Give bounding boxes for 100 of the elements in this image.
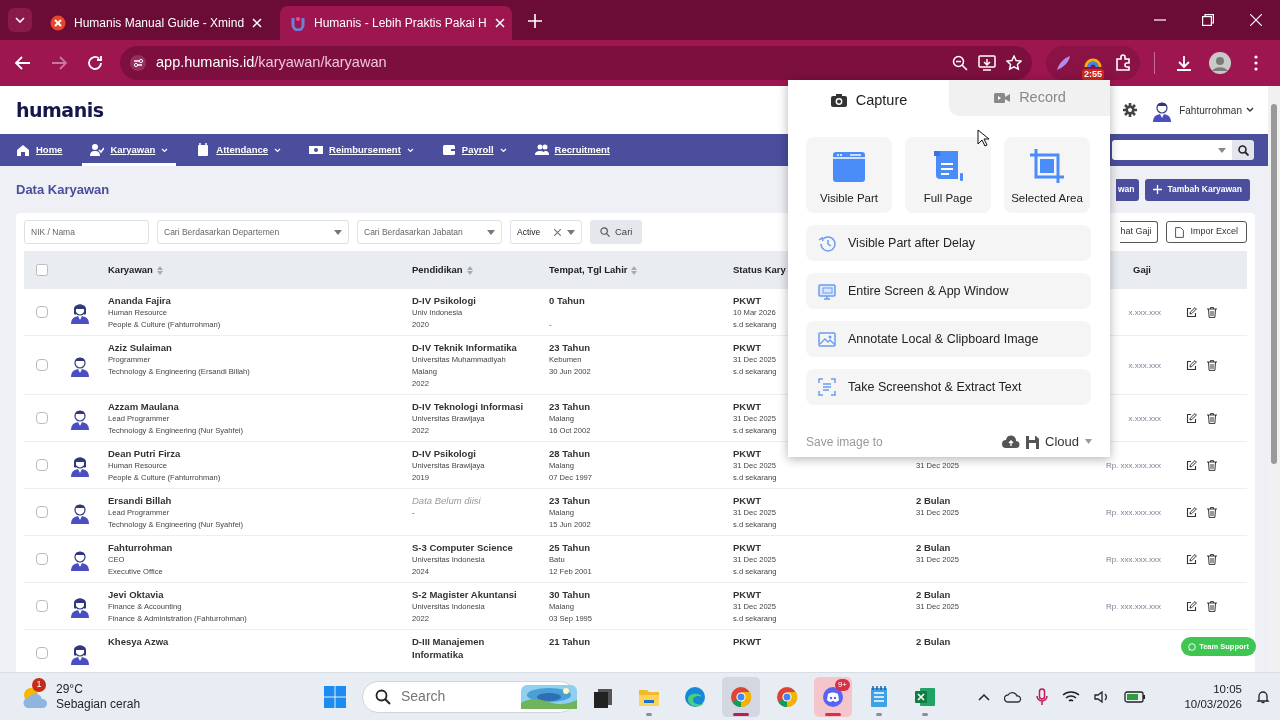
timer-icon <box>818 234 836 252</box>
close-icon[interactable] <box>1250 14 1262 26</box>
caret-icon <box>1218 147 1226 153</box>
star-icon[interactable] <box>1006 55 1022 71</box>
taskbar-search-field[interactable]: Search <box>362 680 576 713</box>
search-button[interactable]: Cari <box>590 220 643 244</box>
caret-icon[interactable] <box>1246 107 1254 113</box>
trash-icon[interactable] <box>1207 554 1217 565</box>
capture-mode-button[interactable]: Full Page <box>905 137 991 213</box>
nav-item[interactable]: Recruitment <box>526 134 618 166</box>
clear-icon[interactable] <box>554 228 561 236</box>
popup-tab[interactable]: Capture <box>788 80 949 122</box>
tenure-text: 2 Bulan <box>916 541 951 554</box>
trash-icon[interactable] <box>1207 601 1217 612</box>
edit-icon[interactable] <box>1186 413 1197 424</box>
age-text: 23 Tahun <box>549 341 590 354</box>
site-settings-icon[interactable] <box>130 55 146 71</box>
nav-item[interactable]: Attendance <box>188 134 290 166</box>
edit-icon[interactable] <box>1186 360 1197 371</box>
salary-text: Rp. xxx.xxx.xxx <box>1104 459 1161 472</box>
search-input-field[interactable]: NIK / Nama <box>24 220 149 244</box>
age-text: 28 Tahun <box>549 447 590 460</box>
edit-icon[interactable] <box>1186 601 1197 612</box>
save-label: Save image to <box>806 433 883 451</box>
feather-icon[interactable] <box>1054 54 1072 72</box>
row-checkbox[interactable] <box>36 459 48 471</box>
education-degree: D-IV Teknologi Informasi <box>412 400 524 413</box>
edit-icon[interactable] <box>1186 460 1197 471</box>
search-field[interactable]: Search <box>401 686 501 707</box>
install-icon[interactable] <box>978 55 996 71</box>
close-icon[interactable] <box>252 18 263 28</box>
row-checkbox[interactable] <box>36 600 48 612</box>
employee-name: Aziz Sulaiman <box>108 341 172 354</box>
status-select[interactable]: Active <box>510 220 582 244</box>
row-checkbox[interactable] <box>36 506 48 518</box>
browser-tab[interactable]: Humanis - Lebih Praktis Pakai H <box>280 6 512 40</box>
tab-list-button[interactable] <box>8 8 32 32</box>
clock-time: 10:05 <box>1212 681 1242 697</box>
row-checkbox[interactable] <box>36 553 48 565</box>
nav-item[interactable]: Reimbursement <box>301 134 422 166</box>
capture-option-button[interactable]: Entire Screen & App Window <box>806 273 1091 309</box>
cloud-icon[interactable] <box>1004 690 1023 703</box>
age-text: 23 Tahun <box>549 400 590 413</box>
profile-avatar-icon[interactable] <box>1209 52 1231 74</box>
save-target-select[interactable]: Cloud <box>1026 432 1092 452</box>
restore-icon[interactable] <box>1202 14 1214 26</box>
caret-icon <box>161 147 169 153</box>
cloud-upload-icon <box>1002 434 1021 449</box>
settings-icon[interactable] <box>1123 103 1138 117</box>
row-checkbox[interactable] <box>36 359 48 371</box>
add-employee-button[interactable]: Tambah Karyawan <box>1144 178 1250 201</box>
capture-mode-button[interactable]: Visible Part <box>806 137 892 213</box>
header-button[interactable]: wan <box>1116 178 1139 201</box>
trash-icon[interactable] <box>1207 507 1217 518</box>
edit-icon[interactable] <box>1186 554 1197 565</box>
capture-option-button[interactable]: Annotate Local & Clipboard Image <box>806 321 1091 357</box>
user-icon <box>90 143 105 157</box>
chevron-up-icon[interactable] <box>978 692 991 701</box>
nav-item[interactable]: Payroll <box>433 134 515 166</box>
url-text[interactable]: app.humanis.id/karyawan/karyawan <box>156 52 387 74</box>
age-text: 21 Tahun <box>549 635 590 648</box>
trash-icon[interactable] <box>1207 307 1217 318</box>
row-checkbox[interactable] <box>36 412 48 424</box>
scrollbar[interactable] <box>1268 86 1280 672</box>
capture-mode-button[interactable]: Selected Area <box>1004 137 1090 213</box>
calendar-icon <box>196 143 211 157</box>
battery-icon[interactable] <box>1124 690 1147 703</box>
import-excel-button[interactable]: Impor Excel <box>1166 221 1247 243</box>
nav-item[interactable]: Karyawan <box>82 134 177 166</box>
row-checkbox[interactable] <box>36 306 48 318</box>
trash-icon[interactable] <box>1207 360 1217 371</box>
close-icon[interactable] <box>494 18 505 28</box>
puzzle-icon[interactable] <box>1114 54 1132 72</box>
banknote-icon <box>309 143 324 157</box>
edit-icon[interactable] <box>1186 507 1197 518</box>
nav-item[interactable]: Home <box>8 134 71 166</box>
notification-badge: 9+ <box>834 678 850 691</box>
file-icon <box>1175 226 1185 238</box>
notifications-icon[interactable] <box>1256 689 1270 704</box>
user-menu[interactable]: Fahturrohman <box>1179 102 1242 118</box>
trash-icon[interactable] <box>1207 413 1217 424</box>
filter-select[interactable]: Cari Berdasarkan Departemen <box>157 220 349 244</box>
wifi-icon[interactable] <box>1062 689 1081 704</box>
capture-option-button[interactable]: Take Screenshot & Extract Text <box>806 369 1091 405</box>
row-checkbox[interactable] <box>36 647 48 659</box>
capture-option-button[interactable]: Visible Part after Delay <box>806 225 1091 261</box>
microphone-icon[interactable] <box>1036 687 1049 706</box>
filter-select[interactable]: Cari Berdasarkan Jabatan <box>357 220 502 244</box>
logo[interactable]: humanis <box>16 95 104 125</box>
employee-name: Dean Putri Firza <box>108 447 181 460</box>
education-degree: S-2 Magister Akuntansi <box>412 588 517 601</box>
trash-icon[interactable] <box>1207 460 1217 471</box>
taskbar-app-button[interactable]: 9+ <box>814 676 852 717</box>
select-all-checkbox[interactable] <box>36 264 48 276</box>
browser-tab[interactable]: Humanis Manual Guide - Xmind <box>40 6 272 40</box>
search-button[interactable] <box>1232 140 1254 160</box>
edit-icon[interactable] <box>1186 307 1197 318</box>
toolbar-button[interactable]: hat Gaji <box>1120 221 1159 243</box>
weather-text: Sebagian cerah <box>56 696 141 712</box>
zoom-icon[interactable] <box>952 55 968 71</box>
